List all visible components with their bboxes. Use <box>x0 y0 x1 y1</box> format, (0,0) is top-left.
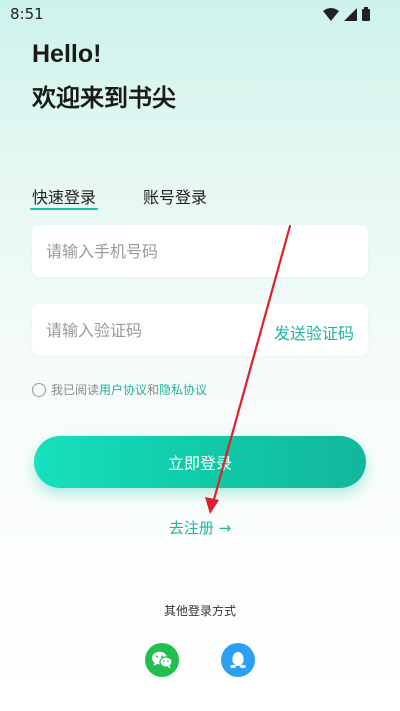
user-agreement-link[interactable]: 用户协议 <box>99 381 147 398</box>
wechat-icon <box>152 651 173 669</box>
qq-icon <box>230 652 246 669</box>
register-link[interactable]: 去注册 → <box>0 517 400 538</box>
wifi-icon <box>323 7 339 21</box>
status-time: 8:51 <box>10 5 44 23</box>
qq-login-button[interactable] <box>221 643 255 677</box>
battery-icon <box>362 7 370 21</box>
hello-title: Hello! <box>32 40 102 68</box>
agreement-row: 我已阅读 用户协议 和 隐私协议 <box>32 381 207 398</box>
agreement-checkbox[interactable] <box>32 382 46 397</box>
welcome-title: 欢迎来到书尖 <box>32 84 176 112</box>
status-bar: 8:51 <box>0 0 400 28</box>
code-input[interactable] <box>46 304 246 356</box>
send-code-button[interactable]: 发送验证码 <box>274 320 354 344</box>
code-field[interactable]: 发送验证码 <box>32 304 368 356</box>
agreement-prefix: 我已阅读 <box>51 383 100 397</box>
wechat-login-button[interactable] <box>145 643 179 677</box>
tab-quick-login[interactable]: 快速登录 <box>32 184 96 208</box>
login-button[interactable]: 立即登录 <box>34 436 366 488</box>
other-login-label: 其他登录方式 <box>163 604 236 618</box>
active-tab-indicator <box>30 208 98 210</box>
agreement-conjunction: 和 <box>147 383 160 397</box>
phone-input[interactable] <box>46 225 246 277</box>
status-icons <box>323 6 370 22</box>
tab-account-login[interactable]: 账号登录 <box>143 184 207 208</box>
signal-icon <box>344 7 357 21</box>
privacy-agreement-link[interactable]: 隐私协议 <box>159 381 207 398</box>
phone-field[interactable] <box>32 225 368 277</box>
